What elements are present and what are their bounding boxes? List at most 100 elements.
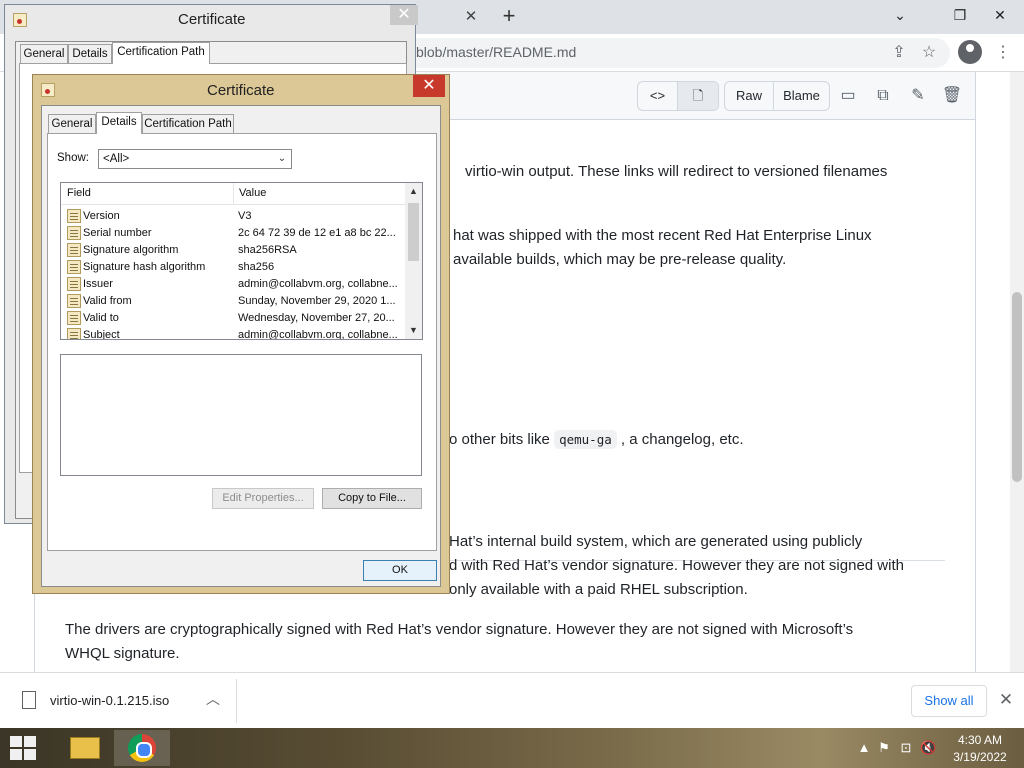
show-hidden-icons-icon[interactable]: ▲ bbox=[856, 740, 872, 756]
address-url[interactable]: blob/master/README.md bbox=[416, 44, 576, 60]
edit-pencil-icon[interactable]: ✎ bbox=[907, 85, 929, 107]
close-window-icon[interactable]: ✕ bbox=[980, 0, 1020, 30]
copy-to-file-button[interactable]: Copy to File... bbox=[322, 488, 422, 509]
scrollbar-thumb[interactable] bbox=[408, 203, 419, 261]
tab-certification-path[interactable]: Certification Path bbox=[112, 42, 210, 64]
show-all-button[interactable]: Show all bbox=[911, 685, 987, 717]
bookmark-star-icon[interactable]: ☆ bbox=[918, 42, 940, 64]
field-value: admin@collabvm.org, collabne... bbox=[238, 329, 398, 340]
tab-general[interactable]: General bbox=[48, 114, 96, 134]
taskbar-chrome[interactable] bbox=[114, 730, 170, 766]
fields-list[interactable]: Field Value Version V3 Serial number 2c … bbox=[60, 182, 423, 340]
windows-logo-icon bbox=[24, 736, 36, 747]
article-line: virtio-win output. These links will redi… bbox=[465, 163, 888, 180]
tab-certification-path[interactable]: Certification Path bbox=[142, 114, 234, 134]
table-row[interactable]: Valid from Sunday, November 29, 2020 1..… bbox=[61, 293, 406, 310]
tab-details[interactable]: Details bbox=[68, 44, 112, 64]
field-value: 2c 64 72 39 de 12 e1 a8 bc 22... bbox=[238, 227, 396, 239]
tab-search-chevron-icon[interactable]: ⌄ bbox=[880, 0, 920, 30]
network-icon[interactable]: ⊡ bbox=[898, 740, 914, 756]
chevron-down-icon[interactable]: ⌄ bbox=[275, 150, 289, 168]
article-text: , a changelog, etc. bbox=[620, 431, 744, 448]
column-separator[interactable] bbox=[233, 183, 234, 205]
divider bbox=[236, 679, 237, 723]
field-icon bbox=[67, 260, 81, 274]
new-tab-button[interactable]: + bbox=[498, 4, 520, 28]
field-icon bbox=[67, 294, 81, 308]
scroll-up-icon[interactable]: ▲ bbox=[405, 183, 422, 200]
download-file-name[interactable]: virtio-win-0.1.215.iso bbox=[50, 693, 169, 708]
show-filter-value: <All> bbox=[103, 153, 130, 165]
dialog-title: Certificate bbox=[207, 82, 275, 99]
table-row[interactable]: Version V3 bbox=[61, 208, 406, 225]
certificate-dialog: Certificate ✕ General Details Certificat… bbox=[32, 74, 450, 594]
article-line: only available with a paid RHEL subscrip… bbox=[449, 581, 748, 598]
chevron-up-icon[interactable]: ︿ bbox=[204, 689, 222, 709]
article-line: o other bits like qemu-ga , a changelog,… bbox=[449, 430, 744, 449]
page-scrollbar-thumb[interactable] bbox=[1012, 292, 1022, 482]
list-header: Field Value bbox=[61, 183, 406, 205]
field-value: Sunday, November 29, 2020 1... bbox=[238, 295, 396, 307]
copy-icon[interactable]: ⧉ bbox=[872, 85, 894, 107]
tab-close-button[interactable]: ✕ bbox=[462, 7, 480, 27]
windows-logo-icon bbox=[10, 736, 22, 747]
certificate-icon bbox=[41, 83, 55, 97]
page-scrollbar[interactable] bbox=[1010, 72, 1024, 672]
taskbar-file-explorer[interactable] bbox=[56, 730, 112, 766]
field-icon bbox=[67, 243, 81, 257]
field-name: Subject bbox=[83, 329, 120, 340]
windows-logo-icon bbox=[24, 749, 36, 760]
field-value: Wednesday, November 27, 20... bbox=[238, 312, 395, 324]
share-icon[interactable]: ⇪ bbox=[888, 42, 910, 64]
table-row[interactable]: Signature hash algorithm sha256 bbox=[61, 259, 406, 276]
table-row[interactable]: Valid to Wednesday, November 27, 20... bbox=[61, 310, 406, 327]
volume-muted-icon[interactable]: 🔇 bbox=[920, 740, 936, 756]
field-name: Serial number bbox=[83, 227, 152, 239]
table-row[interactable]: Subject admin@collabvm.org, collabne... bbox=[61, 327, 406, 340]
close-icon[interactable]: ✕ bbox=[996, 689, 1016, 711]
ok-button[interactable]: OK bbox=[363, 560, 437, 581]
article-line: d with Red Hat’s vendor signature. Howev… bbox=[449, 557, 904, 574]
browser-menu-icon[interactable]: ⋮ bbox=[992, 42, 1014, 64]
table-row[interactable]: Signature algorithm sha256RSA bbox=[61, 242, 406, 259]
code-view-icon[interactable]: <> bbox=[638, 82, 678, 110]
field-name: Valid from bbox=[83, 295, 132, 307]
close-button[interactable]: ✕ bbox=[413, 75, 445, 97]
column-header-value[interactable]: Value bbox=[239, 187, 266, 199]
preview-file-icon[interactable]: 🗋 bbox=[678, 82, 718, 110]
download-bar: virtio-win-0.1.215.iso ︿ Show all ✕ bbox=[0, 672, 1024, 728]
raw-blame-group: Raw Blame bbox=[724, 81, 830, 111]
blame-button[interactable]: Blame bbox=[774, 82, 829, 110]
close-icon[interactable]: ✕ bbox=[390, 5, 418, 25]
inline-code: qemu-ga bbox=[554, 430, 617, 449]
field-detail-box[interactable] bbox=[60, 354, 422, 476]
list-scrollbar[interactable]: ▲ ▼ bbox=[405, 183, 422, 339]
scroll-down-icon[interactable]: ▼ bbox=[405, 322, 422, 339]
clock-date[interactable]: 3/19/2022 bbox=[940, 750, 1020, 764]
display-icon[interactable]: ▭ bbox=[837, 85, 859, 107]
show-label: Show: bbox=[57, 152, 89, 164]
chrome-icon bbox=[128, 734, 156, 762]
field-value: sha256RSA bbox=[238, 244, 297, 256]
tab-general[interactable]: General bbox=[20, 44, 68, 64]
field-name: Valid to bbox=[83, 312, 119, 324]
show-filter-select[interactable]: <All> ⌄ bbox=[98, 149, 292, 169]
column-header-field[interactable]: Field bbox=[67, 187, 91, 199]
article-line: Hat’s internal build system, which are g… bbox=[449, 533, 863, 550]
taskbar: ▲ ⚑ ⊡ 🔇 4:30 AM 3/19/2022 bbox=[0, 728, 1024, 768]
flag-icon[interactable]: ⚑ bbox=[876, 740, 892, 756]
field-icon bbox=[67, 226, 81, 240]
table-row[interactable]: Serial number 2c 64 72 39 de 12 e1 a8 bc… bbox=[61, 225, 406, 242]
raw-button[interactable]: Raw bbox=[725, 82, 774, 110]
delete-trash-icon[interactable]: 🗑 bbox=[941, 85, 963, 107]
clock-time[interactable]: 4:30 AM bbox=[940, 733, 1020, 747]
restore-window-icon[interactable]: ❐ bbox=[940, 0, 980, 30]
start-button[interactable] bbox=[10, 736, 36, 760]
field-name: Signature algorithm bbox=[83, 244, 179, 256]
edit-properties-button[interactable]: Edit Properties... bbox=[212, 488, 314, 509]
profile-avatar[interactable] bbox=[958, 40, 982, 64]
tab-details[interactable]: Details bbox=[96, 112, 142, 134]
table-row[interactable]: Issuer admin@collabvm.org, collabne... bbox=[61, 276, 406, 293]
field-name: Signature hash algorithm bbox=[83, 261, 206, 273]
field-value: sha256 bbox=[238, 261, 275, 273]
